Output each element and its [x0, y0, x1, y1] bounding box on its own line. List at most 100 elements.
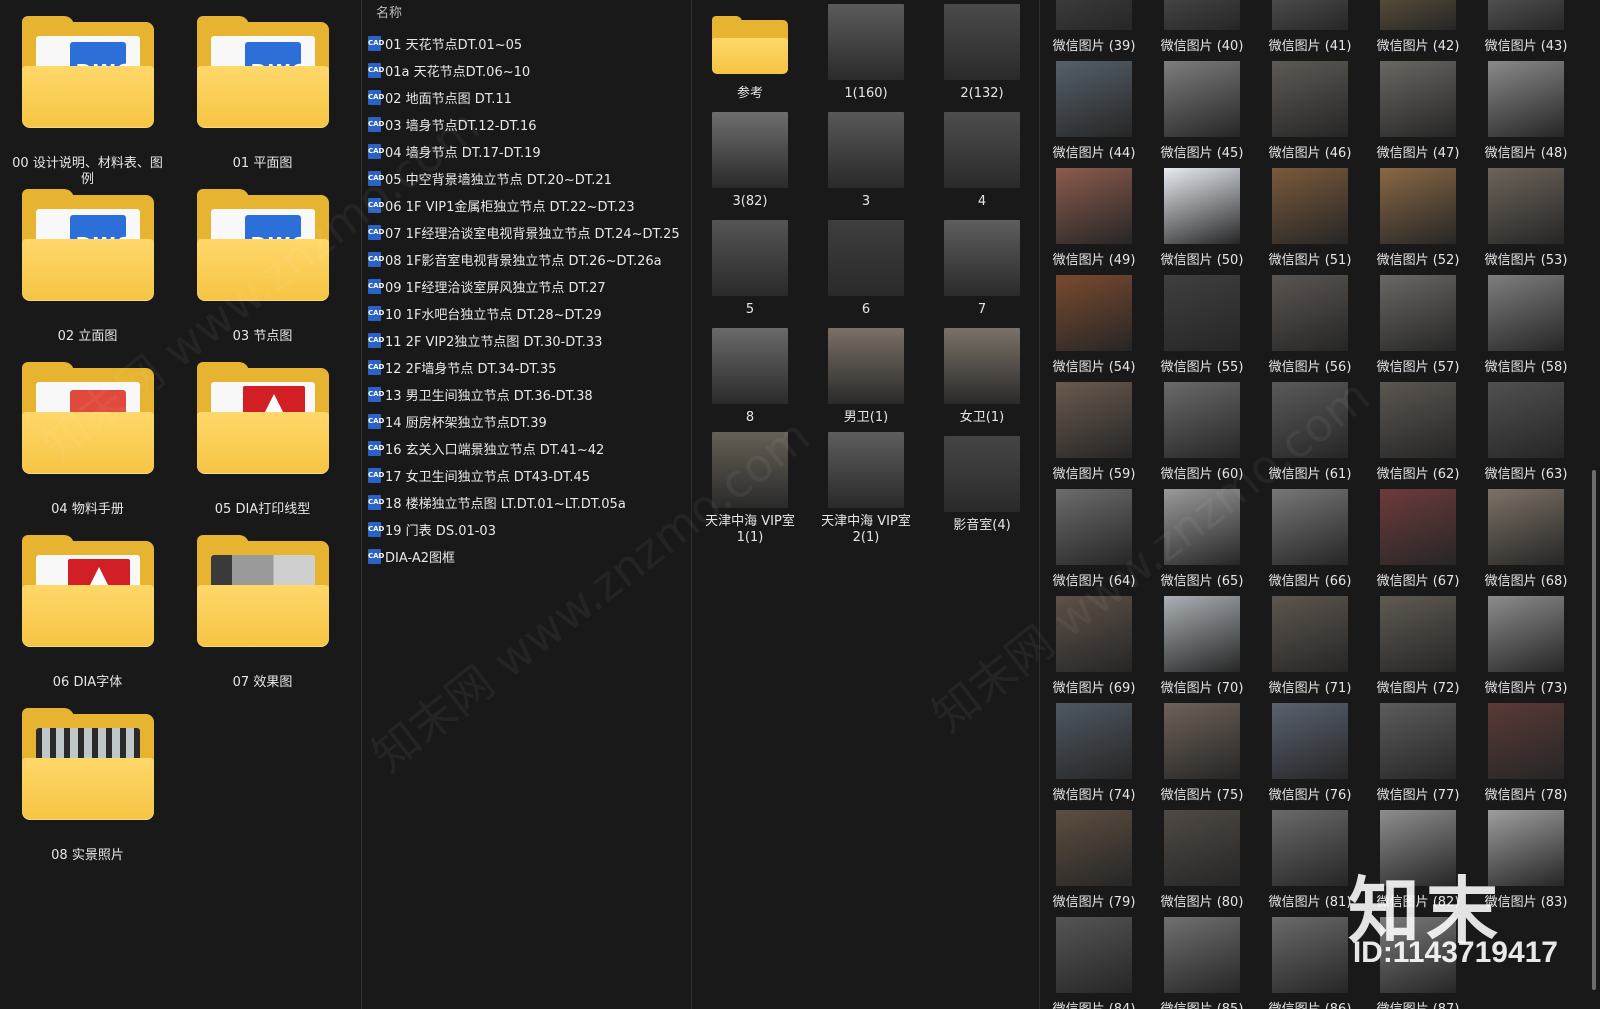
photo-thumbnail-item[interactable]: 微信图片 (79) — [1040, 806, 1148, 913]
photo-thumbnail-item[interactable]: 微信图片 (55) — [1148, 271, 1256, 378]
photo-thumbnail-item[interactable]: 微信图片 (45) — [1148, 57, 1256, 164]
image-thumbnail-item[interactable]: 8 — [692, 324, 808, 432]
cad-file-icon: CAD — [368, 360, 384, 375]
image-thumbnail-item[interactable]: 男卫(1) — [808, 324, 924, 432]
photo-thumbnail-item[interactable]: 微信图片 (70) — [1148, 592, 1256, 699]
folder-item[interactable]: 05 DIA打印线型 — [175, 362, 350, 541]
photo-thumbnail-item[interactable]: 微信图片 (68) — [1472, 485, 1580, 592]
photo-thumbnail-item[interactable]: 微信图片 (53) — [1472, 164, 1580, 271]
photo-thumbnail-item[interactable]: 微信图片 (59) — [1040, 378, 1148, 485]
photo-thumbnail — [1380, 596, 1456, 672]
folder-item[interactable]: DWG 02 立面图 — [0, 189, 175, 368]
photo-thumbnail-item[interactable]: 微信图片 (46) — [1256, 57, 1364, 164]
folder-item[interactable]: DWG 00 设计说明、材料表、图例 — [0, 16, 175, 195]
photo-thumbnail-item[interactable]: 微信图片 (65) — [1148, 485, 1256, 592]
file-row[interactable]: CAD 12 2F墙身节点 DT.34-DT.35 — [368, 354, 688, 381]
photo-thumbnail-item[interactable]: 微信图片 (60) — [1148, 378, 1256, 485]
file-row[interactable]: CAD 14 厨房杯架独立节点DT.39 — [368, 408, 688, 435]
photo-thumbnail-item[interactable]: 微信图片 (64) — [1040, 485, 1148, 592]
image-thumbnail-item[interactable]: 影音室(4) — [924, 432, 1039, 540]
photo-thumbnail-item[interactable]: 微信图片 (54) — [1040, 271, 1148, 378]
file-row[interactable]: CAD 13 男卫生间独立节点 DT.36-DT.38 — [368, 381, 688, 408]
photo-thumbnail — [1380, 168, 1456, 244]
file-row[interactable]: CAD 02 地面节点图 DT.11 — [368, 84, 688, 111]
image-thumbnail-item[interactable]: 4 — [924, 108, 1039, 216]
image-thumbnail-item[interactable]: 5 — [692, 216, 808, 324]
photo-thumbnail-item[interactable]: 微信图片 (48) — [1472, 57, 1580, 164]
photo-thumbnail-item[interactable]: 微信图片 (62) — [1364, 378, 1472, 485]
file-row[interactable]: CAD 04 墙身节点 DT.17-DT.19 — [368, 138, 688, 165]
thumbnail-label: 微信图片 (71) — [1268, 681, 1352, 696]
photo-thumbnail-item[interactable]: 微信图片 (76) — [1256, 699, 1364, 806]
photo-thumbnail-item[interactable]: 微信图片 (66) — [1256, 485, 1364, 592]
photo-thumbnail-item[interactable]: 微信图片 (49) — [1040, 164, 1148, 271]
photo-thumbnail-item[interactable]: 微信图片 (40) — [1148, 0, 1256, 57]
image-thumbnail-item[interactable]: 3(82) — [692, 108, 808, 216]
folder-item[interactable]: 04 物料手册 — [0, 362, 175, 541]
image-thumbnail-item[interactable]: 7 — [924, 216, 1039, 324]
photo-thumbnail-item[interactable]: 微信图片 (78) — [1472, 699, 1580, 806]
image-thumbnail-item[interactable]: 2(132) — [924, 0, 1039, 108]
photo-thumbnail-item[interactable]: 微信图片 (73) — [1472, 592, 1580, 699]
folder-item[interactable]: 06 DIA字体 — [0, 535, 175, 714]
photo-thumbnail-item[interactable]: 微信图片 (63) — [1472, 378, 1580, 485]
folder-item[interactable]: 08 实景照片 — [0, 708, 175, 887]
photo-thumbnail — [1272, 596, 1348, 672]
photo-thumbnail-item[interactable]: 微信图片 (69) — [1040, 592, 1148, 699]
image-thumbnail-item[interactable]: 3 — [808, 108, 924, 216]
cad-file-icon: CAD — [368, 468, 384, 483]
file-row[interactable]: CAD 06 1F VIP1金属柜独立节点 DT.22~DT.23 — [368, 192, 688, 219]
photo-thumbnail-item[interactable]: 微信图片 (56) — [1256, 271, 1364, 378]
file-row[interactable]: CAD 08 1F影音室电视背景独立节点 DT.26~DT.26a — [368, 246, 688, 273]
photo-thumbnail-item[interactable]: 微信图片 (41) — [1256, 0, 1364, 57]
photo-thumbnail-item[interactable]: 微信图片 (58) — [1472, 271, 1580, 378]
file-row[interactable]: CAD 01a 天花节点DT.06~10 — [368, 57, 688, 84]
file-row[interactable]: CAD 01 天花节点DT.01~05 — [368, 30, 688, 57]
thumbnail-label: 微信图片 (47) — [1376, 146, 1460, 161]
photo-thumbnail-item[interactable]: 微信图片 (84) — [1040, 913, 1148, 1009]
folder-item[interactable]: DWG 03 节点图 — [175, 189, 350, 368]
image-thumbnail-item[interactable]: 天津中海 VIP室 1(1) — [692, 432, 808, 545]
file-row[interactable]: CAD 11 2F VIP2独立节点图 DT.30-DT.33 — [368, 327, 688, 354]
photo-thumbnail-item[interactable]: 微信图片 (61) — [1256, 378, 1364, 485]
folder-item[interactable]: 参考 — [692, 0, 808, 108]
photo-thumbnail — [1164, 275, 1240, 351]
file-row[interactable]: CAD 07 1F经理洽谈室电视背景独立节点 DT.24~DT.25 — [368, 219, 688, 246]
photo-thumbnail-item[interactable]: 微信图片 (74) — [1040, 699, 1148, 806]
file-row[interactable]: CAD 18 楼梯独立节点图 LT.DT.01~LT.DT.05a — [368, 489, 688, 516]
folder-item[interactable]: 07 效果图 — [175, 535, 350, 714]
photo-thumbnail-item[interactable]: 微信图片 (75) — [1148, 699, 1256, 806]
photo-thumbnail-item[interactable]: 微信图片 (43) — [1472, 0, 1580, 57]
file-row[interactable]: CAD 10 1F水吧台独立节点 DT.28~DT.29 — [368, 300, 688, 327]
photo-thumbnail-item[interactable]: 微信图片 (77) — [1364, 699, 1472, 806]
photo-thumbnail-item[interactable]: 微信图片 (47) — [1364, 57, 1472, 164]
cad-file-icon: CAD — [368, 387, 384, 402]
file-row[interactable]: CAD 16 玄关入口端景独立节点 DT.41~42 — [368, 435, 688, 462]
image-thumbnail-item[interactable]: 6 — [808, 216, 924, 324]
file-row[interactable]: CAD 03 墙身节点DT.12-DT.16 — [368, 111, 688, 138]
file-row[interactable]: CAD 09 1F经理洽谈室屏风独立节点 DT.27 — [368, 273, 688, 300]
photo-thumbnail-item[interactable]: 微信图片 (85) — [1148, 913, 1256, 1009]
photo-thumbnail-item[interactable]: 微信图片 (52) — [1364, 164, 1472, 271]
photo-thumbnail-item[interactable]: 微信图片 (42) — [1364, 0, 1472, 57]
folder-item[interactable]: DWG 01 平面图 — [175, 16, 350, 195]
column-header-name[interactable]: 名称 — [376, 2, 402, 21]
photo-thumbnail-item[interactable]: 微信图片 (44) — [1040, 57, 1148, 164]
file-row[interactable]: CAD 19 门表 DS.01-03 — [368, 516, 688, 543]
image-thumbnail-item[interactable]: 女卫(1) — [924, 324, 1039, 432]
image-thumbnail-item[interactable]: 1(160) — [808, 0, 924, 108]
photo-thumbnail-item[interactable]: 微信图片 (39) — [1040, 0, 1148, 57]
file-row[interactable]: CAD 17 女卫生间独立节点 DT43-DT.45 — [368, 462, 688, 489]
photo-thumbnail-item[interactable]: 微信图片 (80) — [1148, 806, 1256, 913]
photo-thumbnail-item[interactable]: 微信图片 (51) — [1256, 164, 1364, 271]
photo-thumbnail-item[interactable]: 微信图片 (57) — [1364, 271, 1472, 378]
photo-thumbnail-item[interactable]: 微信图片 (72) — [1364, 592, 1472, 699]
photo-thumbnail-item[interactable]: 微信图片 (71) — [1256, 592, 1364, 699]
file-name: 01a 天花节点DT.06~10 — [385, 65, 531, 80]
file-row[interactable]: CAD 05 中空背景墙独立节点 DT.20~DT.21 — [368, 165, 688, 192]
photo-thumbnail-item[interactable]: 微信图片 (50) — [1148, 164, 1256, 271]
vertical-scrollbar[interactable] — [1592, 470, 1596, 990]
file-row[interactable]: CAD DIA-A2图框 — [368, 543, 688, 570]
image-thumbnail-item[interactable]: 天津中海 VIP室 2(1) — [808, 432, 924, 545]
photo-thumbnail-item[interactable]: 微信图片 (67) — [1364, 485, 1472, 592]
